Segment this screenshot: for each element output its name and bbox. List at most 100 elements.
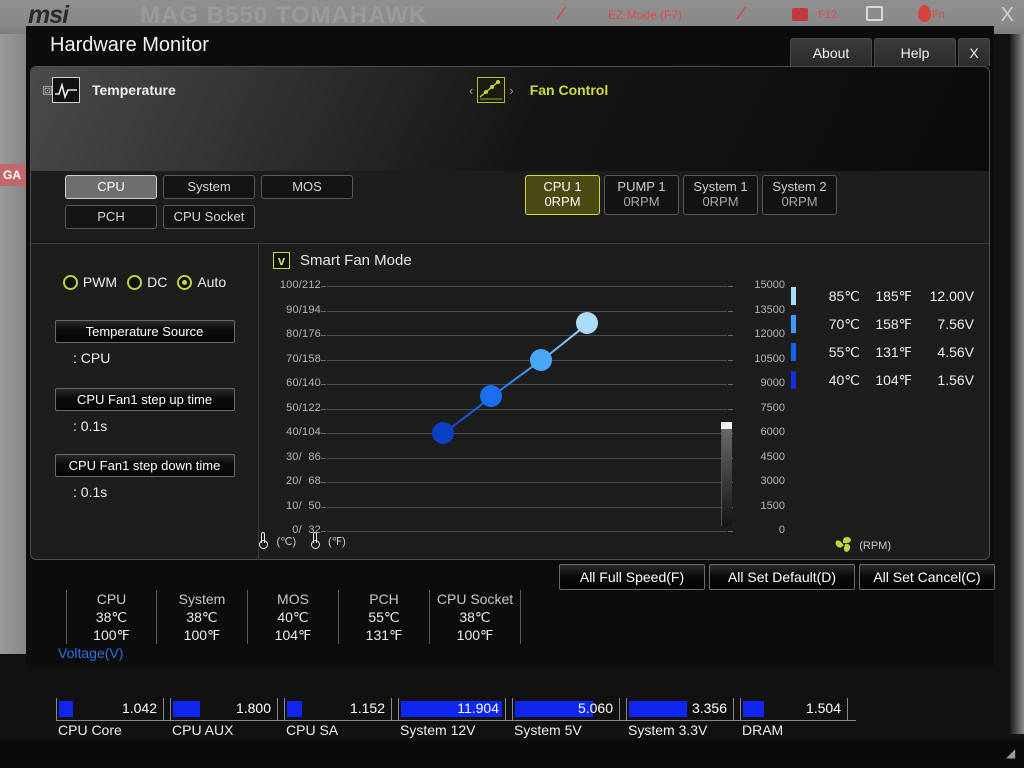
radio-dc-label: DC xyxy=(147,274,168,290)
rpm-tick-label: 6000 xyxy=(760,426,785,438)
fan-button-system-2[interactable]: System 2 0RPM xyxy=(762,175,837,215)
tab-mos[interactable]: MOS xyxy=(261,175,353,199)
voltage-value: 3.356 xyxy=(691,700,727,716)
voltage-fill xyxy=(59,701,74,717)
fan-curve-chart: 100/212 90/194 80/176 70/158 60/140 50/122 40/… xyxy=(259,278,989,558)
fan-button-pump-1[interactable]: PUMP 1 0RPM xyxy=(604,175,679,215)
tab-system[interactable]: System xyxy=(163,175,255,199)
radio-pwm[interactable]: PWM xyxy=(62,274,117,290)
bios-right-edge xyxy=(1010,34,1024,734)
save-icon[interactable] xyxy=(866,6,883,21)
temperature-source-value: : CPU xyxy=(73,350,111,366)
voltage-track: 1.504 xyxy=(740,698,848,720)
tab-cpu-socket[interactable]: CPU Socket xyxy=(163,205,255,229)
chart-gridline xyxy=(327,506,727,508)
rpm-unit-label: (RPM) xyxy=(859,540,891,552)
all-set-default-button[interactable]: All Set Default(D) xyxy=(709,564,855,590)
rpm-slider-knob[interactable] xyxy=(721,422,732,429)
smart-fan-mode-label: Smart Fan Mode xyxy=(300,252,412,269)
fan-button-cpu-1-name: CPU 1 xyxy=(543,179,582,194)
smart-fan-mode-row[interactable]: v Smart Fan Mode xyxy=(273,252,412,269)
prev-page-icon[interactable]: ‹ xyxy=(465,83,477,98)
step-up-time-button[interactable]: CPU Fan1 step up time xyxy=(54,388,235,411)
smart-fan-mode-checkbox[interactable]: v xyxy=(273,252,290,269)
fan-button-system-1-rpm: 0RPM xyxy=(702,194,739,209)
voltage-bar-row: 1.042 CPU Core 1.800 CPU AUX 1.152 CPU SA 11.9… xyxy=(56,698,856,738)
temperature-readout-name: CPU xyxy=(96,591,127,607)
temperature-readout-celsius: 40℃ xyxy=(277,609,309,625)
chart-axis-tick xyxy=(321,482,326,483)
chart-axis-tick xyxy=(728,310,733,312)
fan-control-content: PWM DC Auto Temperature Source : CPU CPU… xyxy=(31,243,989,560)
chart-axis-tick xyxy=(321,359,326,361)
radio-auto-icon[interactable] xyxy=(177,274,193,290)
bios-bottom-strip xyxy=(0,740,1024,768)
voltage-item: 5.060 System 5V xyxy=(512,698,626,738)
temperature-readout-fahrenheit: 100℉ xyxy=(456,627,494,643)
step-down-time-button[interactable]: CPU Fan1 step down time xyxy=(54,454,235,477)
panel-header-strip: ⊡ Temperature ‹ › Fan Control xyxy=(31,67,989,171)
chart-axis-tick xyxy=(728,408,733,410)
resize-corner-icon[interactable]: ◢ xyxy=(1006,746,1020,762)
chart-plot-area[interactable] xyxy=(321,286,733,532)
rpm-slider-track[interactable] xyxy=(721,426,732,526)
voltage-value: 1.152 xyxy=(349,700,385,716)
tab-cpu[interactable]: CPU xyxy=(65,175,157,199)
rpm-tick-label: 3000 xyxy=(760,475,785,487)
fan-curve-point-4[interactable] xyxy=(576,311,598,334)
tab-pch[interactable]: PCH xyxy=(65,205,157,229)
screenshot-icon[interactable] xyxy=(792,8,808,21)
bios-close-icon[interactable]: X xyxy=(1001,4,1014,27)
voltage-fill xyxy=(629,701,688,717)
temperature-readout-fahrenheit: 131℉ xyxy=(365,627,403,643)
legend-voltage: 7.56V xyxy=(937,316,974,332)
ez-mode-label[interactable]: EZ Mode (F7) xyxy=(608,8,682,22)
legend-voltage: 4.56V xyxy=(937,344,974,360)
decor-slash-2: / xyxy=(734,2,748,26)
help-button[interactable]: Help xyxy=(874,38,956,66)
fan-curve-pane: v Smart Fan Mode 100/212 90/194 80/176 70/1… xyxy=(259,244,989,560)
y-tick-label: 10/ 50 xyxy=(285,499,321,512)
legend-color-swatch xyxy=(791,315,796,333)
voltage-track: 1.042 xyxy=(56,698,164,720)
y-tick-label: 60/140 xyxy=(286,377,321,389)
chart-gridline xyxy=(327,482,727,483)
close-button[interactable]: X xyxy=(958,38,990,66)
rpm-tick-label: 1500 xyxy=(760,499,785,512)
fan-curve-point-3[interactable] xyxy=(530,348,552,371)
fan-button-system-1[interactable]: System 1 0RPM xyxy=(683,175,758,215)
temperature-readout: CPU Socket 38℃ 100℉ xyxy=(430,590,521,644)
rpm-tick-label: 7500 xyxy=(760,401,785,414)
chart-gridline xyxy=(327,408,727,410)
legend-fahrenheit: 158℉ xyxy=(875,315,912,332)
rpm-tick-label: 13500 xyxy=(754,303,785,316)
radio-pwm-icon[interactable] xyxy=(62,274,78,290)
temperature-tab-row: CPU System MOS PCH CPU Socket xyxy=(65,175,445,229)
voltage-label: DRAM xyxy=(742,722,784,738)
voltage-section-title: Voltage(V) xyxy=(58,645,124,661)
fan-settings-pane: PWM DC Auto Temperature Source : CPU CPU… xyxy=(31,244,259,560)
fan-button-system-2-rpm: 0RPM xyxy=(781,194,818,209)
fan-curve-point-2[interactable] xyxy=(480,385,502,408)
chart-axis-tick xyxy=(321,457,326,459)
voltage-value: 1.800 xyxy=(235,700,271,716)
fan-button-cpu-1[interactable]: CPU 1 0RPM xyxy=(525,175,600,215)
chart-axis-tick xyxy=(321,286,326,287)
radio-auto[interactable]: Auto xyxy=(177,274,226,290)
fan-curve-point-1[interactable] xyxy=(432,422,454,444)
game-boost-badge[interactable]: GA xyxy=(0,164,26,186)
y-tick-label: 30/ 86 xyxy=(285,450,321,463)
radio-dc[interactable]: DC xyxy=(127,274,167,290)
about-button[interactable]: About xyxy=(790,38,872,66)
all-full-speed-button[interactable]: All Full Speed(F) xyxy=(559,564,705,590)
bios-left-panel: GA xyxy=(0,34,26,654)
fn-drop-icon[interactable] xyxy=(918,5,931,22)
chart-axis-tick xyxy=(321,506,326,508)
collapse-checkbox-icon[interactable]: ⊡ xyxy=(43,85,52,95)
rpm-tick-label: 12000 xyxy=(754,328,785,340)
temperature-readout: CPU 38℃ 100℉ xyxy=(66,590,157,644)
radio-dc-icon[interactable] xyxy=(127,274,143,290)
next-page-icon[interactable]: › xyxy=(505,83,517,98)
temperature-source-button[interactable]: Temperature Source xyxy=(54,320,235,343)
all-set-cancel-button[interactable]: All Set Cancel(C) xyxy=(859,564,995,590)
